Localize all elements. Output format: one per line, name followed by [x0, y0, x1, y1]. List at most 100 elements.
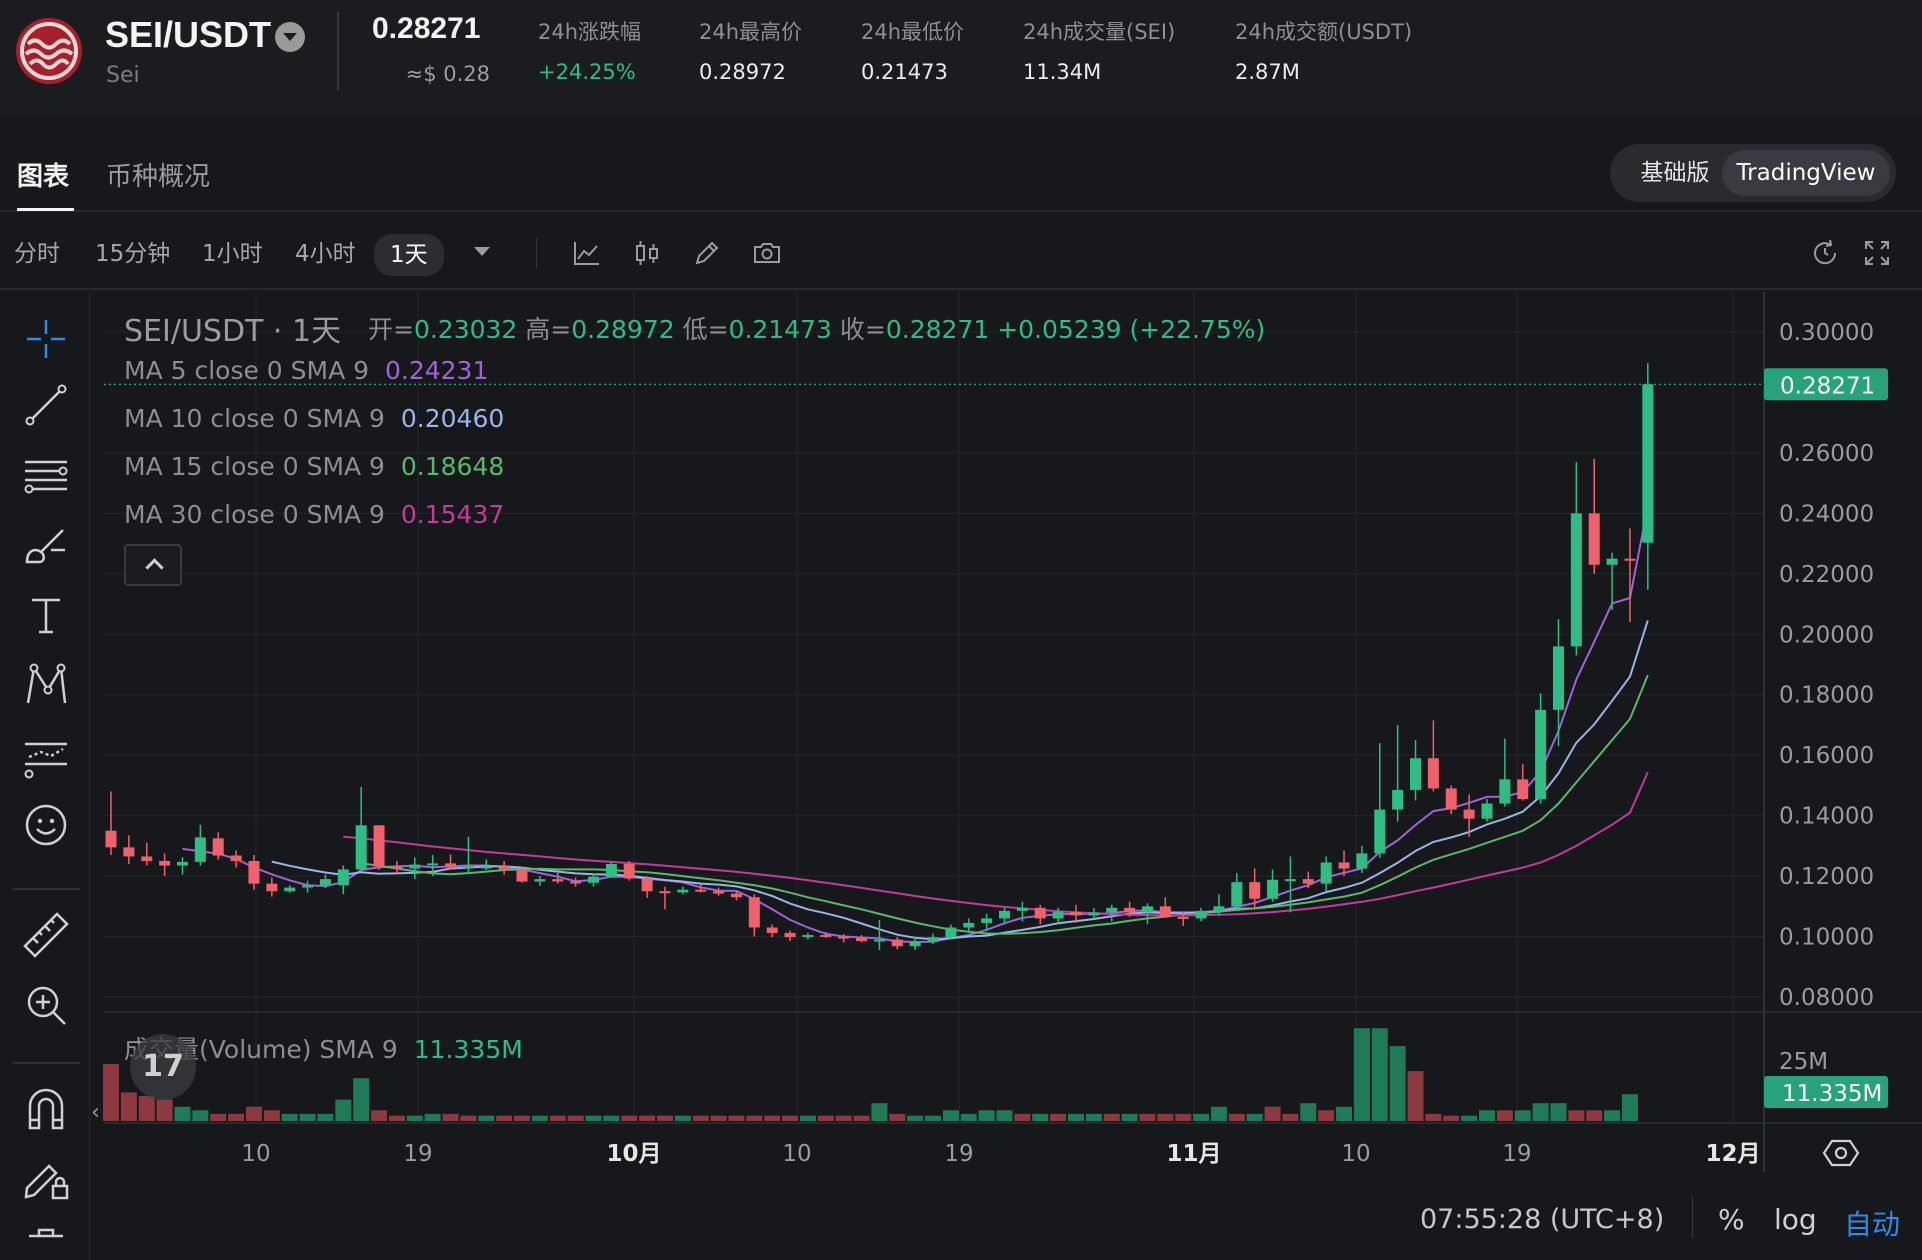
tab-chart[interactable]: 图表 — [17, 156, 69, 193]
candle-body — [605, 864, 617, 877]
ma30-value: 0.15437 — [400, 500, 505, 529]
volume-bar — [531, 1115, 548, 1121]
ma5-label: MA 5 close 0 SMA 9 — [124, 356, 370, 385]
price-axis-label: 0.30000 — [1779, 320, 1874, 346]
volume-bar — [549, 1115, 566, 1121]
volume-bar — [1014, 1113, 1031, 1121]
candle-body — [1177, 916, 1189, 919]
price-axis-label: 0.16000 — [1779, 743, 1874, 769]
stat-value-low: 0.21473 — [861, 60, 948, 84]
legend-high: 0.28972 — [571, 315, 675, 344]
tradingview-mode-button[interactable]: TradingView — [1722, 150, 1890, 196]
timeframe-15m[interactable]: 15分钟 — [95, 236, 170, 272]
candle-body — [1159, 906, 1171, 917]
volume-bar — [1586, 1110, 1603, 1121]
ticker-header: SEI/USDT Sei 0.28271 ≈$ 0.28 24h涨跌幅 +24.… — [0, 0, 1922, 114]
footer-separator — [1692, 1196, 1693, 1238]
chart-settings-icon[interactable] — [1822, 1138, 1860, 1168]
candle-body — [570, 881, 582, 884]
price-axis-label: 0.12000 — [1779, 864, 1874, 890]
volume-bar — [1157, 1113, 1174, 1121]
volume-bar — [120, 1092, 137, 1121]
current-price-label: 0.28271 — [1780, 373, 1875, 399]
chart-canvas[interactable]: 0.28271 0.30000 0.26000 0.24000 0.22000 0.200… — [0, 292, 1922, 1260]
candle-body — [927, 937, 939, 942]
log-scale-toggle[interactable]: log — [1774, 1203, 1817, 1236]
pair-dropdown-icon[interactable] — [275, 22, 305, 52]
time-axis-label: 19 — [403, 1141, 432, 1167]
auto-scale-toggle[interactable]: 自动 — [1844, 1203, 1900, 1243]
time-axis-label: 10 — [1341, 1141, 1370, 1167]
price-chart[interactable]: 0.28271 0.30000 0.26000 0.24000 0.22000 0.200… — [0, 292, 1922, 1260]
time-axis-label: 10 — [782, 1141, 811, 1167]
candle-body — [319, 879, 331, 886]
fullscreen-icon[interactable] — [1862, 238, 1892, 268]
volume-bar — [1371, 1028, 1388, 1121]
volume-bar — [228, 1113, 245, 1121]
candle-body — [1034, 907, 1046, 919]
candle-body — [1481, 803, 1493, 819]
volume-bar — [1550, 1103, 1567, 1121]
volume-bar — [728, 1115, 745, 1121]
candle-body — [748, 897, 760, 928]
volume-bar — [514, 1115, 531, 1121]
volume-bar — [853, 1115, 870, 1121]
candle-body — [462, 866, 474, 869]
timeframe-4h[interactable]: 4小时 — [295, 236, 356, 272]
volume-bar — [1443, 1115, 1460, 1121]
volume-bar — [1514, 1110, 1531, 1121]
volume-bar — [621, 1115, 638, 1121]
ma30-label: MA 30 close 0 SMA 9 — [124, 500, 385, 529]
candle-body — [230, 855, 242, 861]
tab-coin-overview[interactable]: 币种概况 — [106, 156, 210, 193]
volume-bar — [496, 1115, 513, 1121]
volume-bar — [1425, 1113, 1442, 1121]
candle-body — [337, 869, 349, 886]
line-chart-icon[interactable] — [572, 238, 602, 268]
legend-collapse-button[interactable] — [124, 544, 182, 586]
volume-bar — [1621, 1094, 1638, 1121]
volume-bar — [335, 1099, 352, 1121]
volume-bar — [388, 1115, 405, 1121]
pair-name[interactable]: SEI/USDT — [105, 14, 271, 56]
volume-bar — [889, 1113, 906, 1121]
candle-body — [1231, 882, 1243, 907]
timeframe-1d[interactable]: 1天 — [374, 234, 444, 276]
timeframe-more-icon[interactable] — [474, 247, 490, 256]
basic-mode-button[interactable]: 基础版 — [1620, 150, 1730, 196]
candle-body — [1427, 758, 1439, 789]
candle-body — [1106, 907, 1118, 913]
percent-scale-toggle[interactable]: % — [1718, 1203, 1745, 1236]
time-axis-label: 12月 — [1705, 1141, 1760, 1167]
time-axis-label: 11月 — [1166, 1141, 1221, 1167]
refresh-clock-icon[interactable] — [1810, 238, 1840, 268]
active-tab-underline — [17, 208, 74, 211]
candlestick-icon[interactable] — [632, 238, 662, 268]
camera-icon[interactable] — [752, 238, 782, 268]
volume-bar — [764, 1115, 781, 1121]
volume-bar — [192, 1110, 209, 1121]
timeframe-1h[interactable]: 1小时 — [202, 236, 263, 272]
ma-line-ma10 — [271, 620, 1649, 941]
candle-body — [623, 864, 635, 879]
volume-bar — [1121, 1113, 1138, 1121]
pencil-icon[interactable] — [692, 238, 722, 268]
candle-body — [820, 935, 832, 938]
volume-bar — [1353, 1028, 1370, 1121]
stat-value-volume: 11.34M — [1023, 60, 1102, 84]
volume-bar — [1318, 1110, 1335, 1121]
legend-ohlc: 开=0.23032 高=0.28972 低=0.21473 收=0.28271 … — [368, 310, 1265, 346]
candle-body — [713, 891, 725, 894]
ma30-legend: MA 30 close 0 SMA 9 0.15437 — [124, 500, 504, 529]
candle-body — [766, 927, 778, 933]
candle-body — [516, 870, 528, 882]
volume-bar — [960, 1113, 977, 1121]
chart-clock[interactable]: 07:55:28 (UTC+8) — [1420, 1204, 1664, 1235]
stat-value-turnover: 2.87M — [1235, 60, 1300, 84]
volume-bar — [1085, 1113, 1102, 1121]
timeframe-time[interactable]: 分时 — [14, 236, 60, 272]
candle-body — [552, 879, 564, 882]
candle-body — [1249, 882, 1261, 899]
stat-value-change: +24.25% — [538, 60, 636, 84]
volume-bar — [1264, 1106, 1281, 1121]
